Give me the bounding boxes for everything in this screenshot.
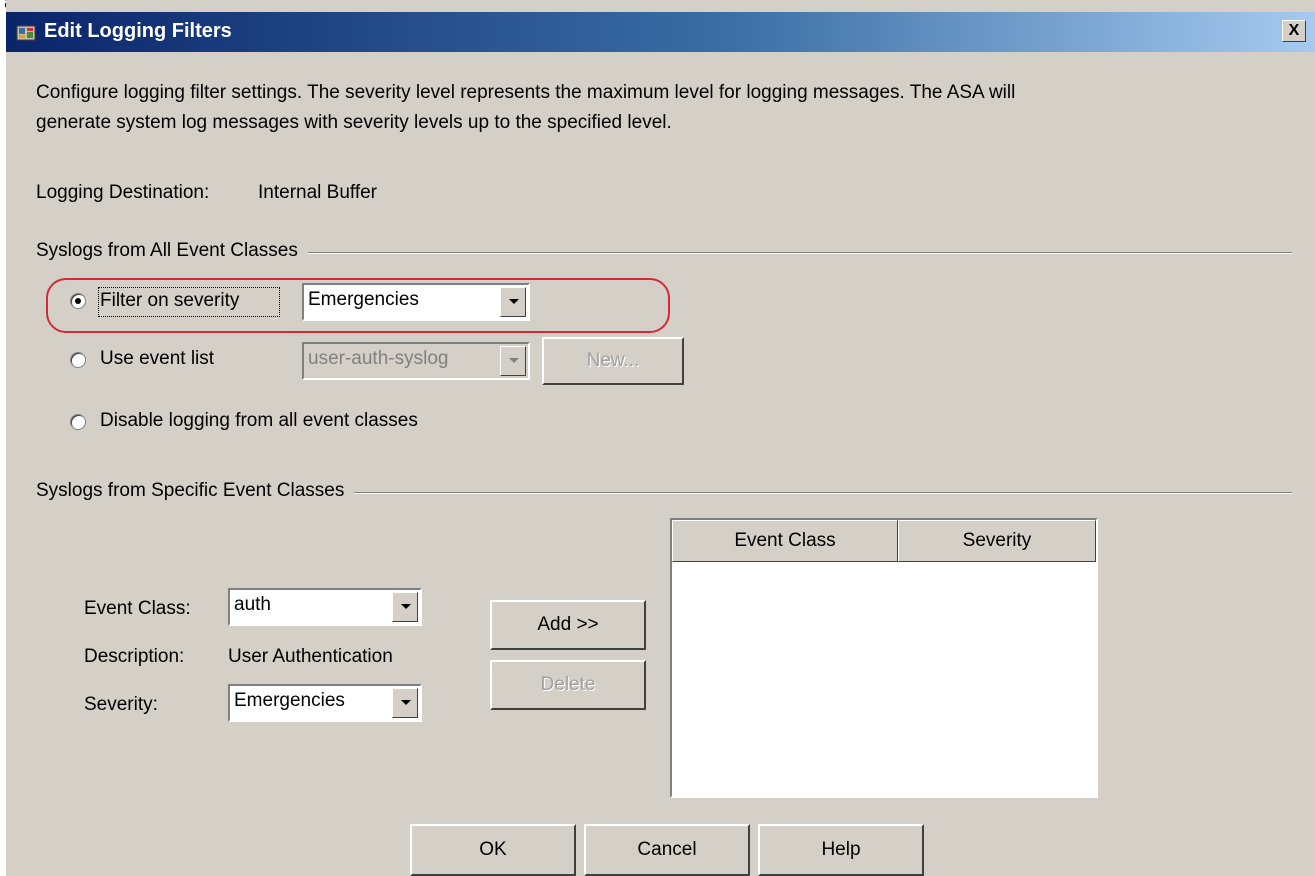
use-event-list-radio[interactable]: [70, 352, 86, 368]
filter-on-severity-label[interactable]: Filter on severity: [100, 290, 239, 312]
column-header-event-class[interactable]: Event Class: [672, 520, 898, 562]
help-button[interactable]: Help: [758, 824, 924, 876]
add-button[interactable]: Add >>: [490, 600, 646, 650]
chevron-down-icon[interactable]: [392, 688, 418, 718]
specific-severity-combo[interactable]: Emergencies: [228, 684, 422, 722]
event-class-combo[interactable]: auth: [228, 588, 422, 626]
description-value: User Authentication: [228, 646, 393, 667]
group-title-all-event-classes: Syslogs from All Event Classes: [36, 240, 308, 262]
ok-button[interactable]: OK: [410, 824, 576, 876]
severity-combo[interactable]: Emergencies: [302, 283, 530, 321]
severity-label: Severity:: [84, 694, 158, 715]
group-title-specific-event-classes: Syslogs from Specific Event Classes: [36, 480, 355, 502]
logging-destination-label: Logging Destination:: [36, 182, 210, 203]
disable-logging-label[interactable]: Disable logging from all event classes: [100, 410, 418, 432]
title-bar[interactable]: Edit Logging Filters X: [6, 12, 1315, 52]
radio-selected-dot: [75, 298, 81, 304]
severity-combo-value: Emergencies: [308, 289, 419, 310]
event-list-combo-value: user-auth-syslog: [308, 348, 449, 369]
specific-severity-combo-value: Emergencies: [234, 690, 345, 711]
window-title: Edit Logging Filters: [44, 20, 232, 42]
column-header-severity[interactable]: Severity: [898, 520, 1096, 562]
chevron-down-icon[interactable]: [500, 287, 526, 317]
close-button[interactable]: X: [1282, 20, 1306, 42]
asdm-app-icon: [16, 25, 36, 41]
cancel-button[interactable]: Cancel: [584, 824, 750, 876]
new-event-list-button[interactable]: New...: [542, 337, 684, 385]
chevron-down-icon[interactable]: [500, 346, 526, 376]
logging-destination-value: Internal Buffer: [258, 182, 378, 203]
filter-on-severity-radio[interactable]: [70, 293, 86, 309]
description-line-1: Configure logging filter settings. The s…: [36, 82, 1016, 103]
delete-button[interactable]: Delete: [490, 660, 646, 710]
event-class-table[interactable]: Event Class Severity: [670, 518, 1098, 798]
chevron-down-icon[interactable]: [392, 592, 418, 622]
description-label: Description:: [84, 646, 185, 667]
event-class-label: Event Class:: [84, 598, 191, 619]
event-class-combo-value: auth: [234, 594, 271, 615]
disable-logging-radio[interactable]: [70, 414, 86, 430]
description-line-2: generate system log messages with severi…: [36, 112, 672, 133]
use-event-list-label[interactable]: Use event list: [100, 348, 214, 370]
event-list-combo[interactable]: user-auth-syslog: [302, 342, 530, 380]
edit-logging-filters-dialog: Edit Logging Filters X Configure logging…: [6, 0, 1315, 876]
